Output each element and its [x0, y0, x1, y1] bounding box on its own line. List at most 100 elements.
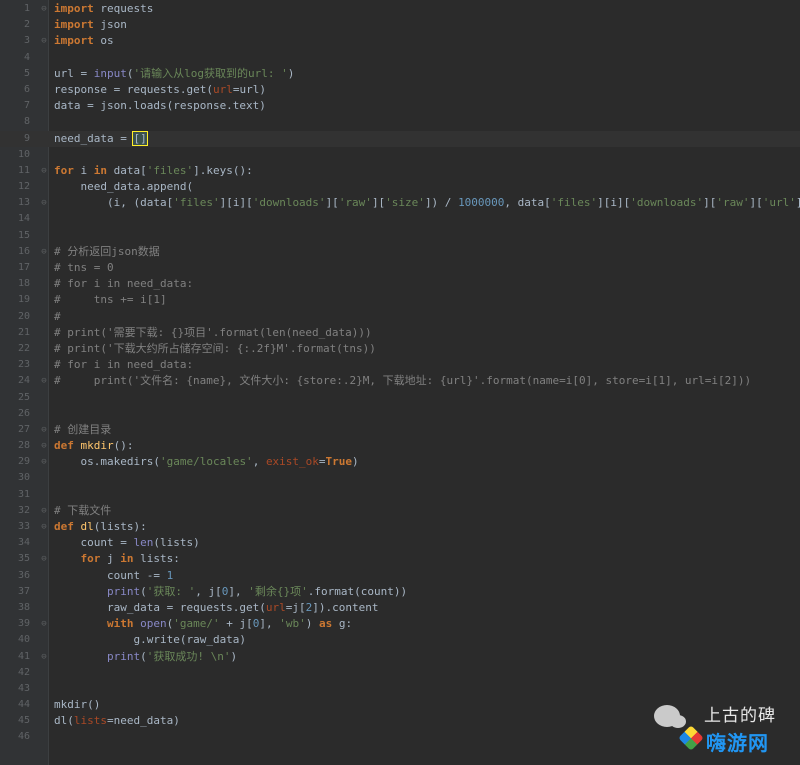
- line-number: 18: [17, 278, 30, 290]
- fold-marker-icon[interactable]: ⊖: [40, 519, 48, 535]
- fold-marker-icon[interactable]: ⊖: [40, 244, 48, 260]
- code-line[interactable]: 35 ⊖ for j in lists:: [0, 551, 800, 567]
- code-text: # print('文件名: {name}, 文件大小: {store:.2}M,…: [54, 374, 752, 388]
- code-text: # tns += i[1]: [54, 293, 167, 307]
- line-number: 7: [23, 100, 30, 112]
- line-number: 13: [17, 197, 30, 209]
- code-line[interactable]: 5 url = input('请输入从log获取到的url: '): [0, 66, 800, 82]
- code-line[interactable]: 41 ⊖ print('获取成功! \n'): [0, 649, 800, 665]
- line-number: 29: [17, 456, 30, 468]
- fold-marker-icon[interactable]: ⊖: [40, 163, 48, 179]
- code-area[interactable]: 1 ⊖ import requests 2 import json 3 ⊖ import os…: [0, 0, 800, 746]
- line-number: 32: [17, 504, 30, 516]
- code-text: def mkdir():: [54, 439, 134, 453]
- fold-marker-icon[interactable]: ⊖: [40, 616, 48, 632]
- line-number: 9: [23, 132, 30, 144]
- line-number: 44: [17, 699, 30, 711]
- code-line[interactable]: 24 ⊖ # print('文件名: {name}, 文件大小: {store:.2…: [0, 373, 800, 389]
- code-text: # 创建目录: [54, 422, 112, 436]
- line-number: 10: [17, 148, 30, 160]
- code-line[interactable]: 3 ⊖ import os: [0, 33, 800, 49]
- fold-marker-icon[interactable]: ⊖: [40, 195, 48, 211]
- line-number: 45: [17, 715, 30, 727]
- code-line[interactable]: 18 # for i in need_data:: [0, 276, 800, 292]
- code-line[interactable]: 6 response = requests.get(url=url): [0, 82, 800, 98]
- code-line[interactable]: 13 ⊖ (i, (data['files'][i]['downloads']['…: [0, 195, 800, 211]
- fold-marker-icon[interactable]: ⊖: [40, 649, 48, 665]
- line-number: 34: [17, 537, 30, 549]
- code-line[interactable]: 42: [0, 665, 800, 681]
- line-number: 15: [17, 229, 30, 241]
- code-text: data = json.loads(response.text): [54, 99, 266, 113]
- fold-marker-icon[interactable]: ⊖: [40, 1, 48, 17]
- watermark-author: 上古的碑: [704, 706, 776, 726]
- code-line[interactable]: 43: [0, 681, 800, 697]
- code-line[interactable]: 33 ⊖ def dl(lists):: [0, 519, 800, 535]
- line-number: 14: [17, 213, 30, 225]
- code-line[interactable]: 34 count = len(lists): [0, 535, 800, 551]
- code-line[interactable]: 31: [0, 487, 800, 503]
- code-line[interactable]: 39 ⊖ with open('game/' + j[0], 'wb') as g…: [0, 616, 800, 632]
- line-number: 24: [17, 375, 30, 387]
- code-line[interactable]: 4: [0, 50, 800, 66]
- code-line[interactable]: 14: [0, 211, 800, 227]
- watermark: 上古的碑 嗨游网: [654, 701, 794, 757]
- code-editor[interactable]: 1 ⊖ import requests 2 import json 3 ⊖ import os…: [0, 0, 800, 765]
- fold-marker-icon[interactable]: ⊖: [40, 454, 48, 470]
- line-number: 30: [17, 472, 30, 484]
- fold-marker-icon[interactable]: ⊖: [40, 33, 48, 49]
- code-text: dl(lists=need_data): [54, 714, 180, 728]
- code-line[interactable]: 19 # tns += i[1]: [0, 292, 800, 308]
- code-line[interactable]: 38 raw_data = requests.get(url=j[2]).con…: [0, 600, 800, 616]
- code-line[interactable]: 9 need_data = []: [0, 130, 800, 147]
- code-text: raw_data = requests.get(url=j[2]).conten…: [54, 600, 379, 614]
- fold-marker-icon[interactable]: ⊖: [40, 373, 48, 389]
- code-line[interactable]: 26: [0, 406, 800, 422]
- code-line[interactable]: 23 # for i in need_data:: [0, 357, 800, 373]
- code-line[interactable]: 11 ⊖ for i in data['files'].keys():: [0, 163, 800, 179]
- code-text: # 下载文件: [54, 503, 112, 517]
- code-line[interactable]: 36 count -= 1: [0, 568, 800, 584]
- fold-marker-icon[interactable]: ⊖: [40, 422, 48, 438]
- code-line[interactable]: 16 ⊖ # 分析返回json数据: [0, 244, 800, 260]
- code-line[interactable]: 20 #: [0, 309, 800, 325]
- code-line[interactable]: 12 need_data.append(: [0, 179, 800, 195]
- watermark-site: 嗨游网: [706, 731, 769, 755]
- code-line[interactable]: 30: [0, 470, 800, 486]
- line-number: 5: [23, 67, 30, 79]
- code-line[interactable]: 1 ⊖ import requests: [0, 1, 800, 17]
- line-number: 21: [17, 326, 30, 338]
- code-line[interactable]: 7 data = json.loads(response.text): [0, 98, 800, 114]
- code-text: # for i in need_data:: [54, 277, 194, 291]
- code-line[interactable]: 29 ⊖ os.makedirs('game/locales', exist_ok…: [0, 454, 800, 470]
- line-number: 26: [17, 407, 30, 419]
- code-line[interactable]: 2 import json: [0, 17, 800, 33]
- line-number: 27: [17, 423, 30, 435]
- code-line[interactable]: 40 g.write(raw_data): [0, 632, 800, 648]
- code-line[interactable]: 21 # print('需要下载: {}项目'.format(len(need_d…: [0, 325, 800, 341]
- code-text: with open('game/' + j[0], 'wb') as g:: [106, 617, 353, 631]
- code-line[interactable]: 22 # print('下载大约所占储存空间: {:.2f}M'.format(t…: [0, 341, 800, 357]
- code-text: # 分析返回json数据: [54, 244, 160, 258]
- line-number: 12: [17, 181, 30, 193]
- fold-marker-icon[interactable]: ⊖: [40, 503, 48, 519]
- code-text: count = len(lists): [54, 536, 200, 550]
- line-number: 31: [17, 488, 30, 500]
- code-line[interactable]: 10: [0, 147, 800, 163]
- code-text: # print('下载大约所占储存空间: {:.2f}M'.format(tns…: [54, 341, 376, 355]
- code-line[interactable]: 17 # tns = 0: [0, 260, 800, 276]
- code-line[interactable]: 25: [0, 390, 800, 406]
- code-line[interactable]: 15: [0, 228, 800, 244]
- code-line[interactable]: 32 ⊖ # 下载文件: [0, 503, 800, 519]
- line-number: 42: [17, 666, 30, 678]
- line-number: 46: [17, 731, 30, 743]
- code-line[interactable]: 28 ⊖ def mkdir():: [0, 438, 800, 454]
- code-line[interactable]: 27 ⊖ # 创建目录: [0, 422, 800, 438]
- fold-marker-icon[interactable]: ⊖: [40, 438, 48, 454]
- code-text: #: [54, 309, 61, 323]
- code-line[interactable]: 8: [0, 114, 800, 130]
- code-line[interactable]: 37 print('获取: ', j[0], '剩余{}项'.format(co…: [0, 584, 800, 600]
- line-number: 38: [17, 601, 30, 613]
- code-text: mkdir(): [54, 698, 101, 712]
- fold-marker-icon[interactable]: ⊖: [40, 551, 48, 567]
